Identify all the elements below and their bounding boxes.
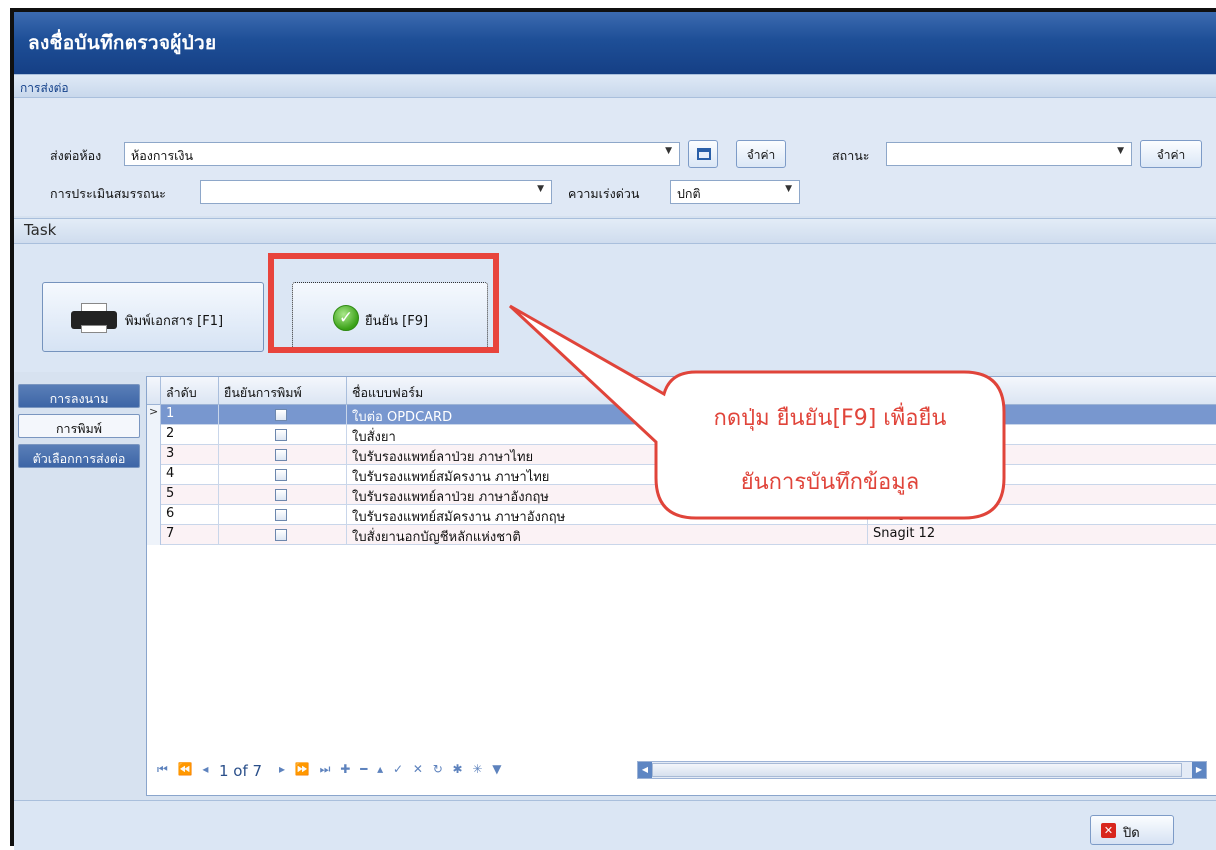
cell-order: 2 bbox=[161, 425, 219, 445]
cell-print-confirm bbox=[219, 465, 347, 485]
confirm-highlight-box bbox=[268, 253, 499, 353]
table-row[interactable]: 7 ใบสั่งยานอกบัญชีหลักแห่งชาติ Snagit 12 bbox=[147, 525, 1216, 545]
chevron-down-icon: ▼ bbox=[1117, 146, 1124, 156]
remember-room-label: จำค่า bbox=[746, 148, 776, 162]
cell-extra bbox=[867, 445, 1216, 465]
column-print-confirm[interactable]: ยืนยันการพิมพ์ bbox=[219, 377, 347, 405]
cell-print-confirm bbox=[219, 525, 347, 545]
chevron-down-icon: ▼ bbox=[785, 184, 792, 194]
tab-referral-options-label: ตัวเลือกการส่งต่อ bbox=[32, 451, 126, 466]
task-section-header: Task bbox=[14, 218, 1216, 244]
dialog-footer: ✕ ปิด bbox=[14, 800, 1216, 850]
room-label: ส่งต่อห้อง bbox=[50, 148, 102, 163]
print-confirm-checkbox[interactable] bbox=[275, 469, 287, 481]
room-lookup-button[interactable] bbox=[688, 140, 718, 168]
status-label: สถานะ bbox=[832, 148, 870, 163]
callout-line-2: ยันการบันทึกข้อมูล bbox=[740, 470, 920, 495]
referral-panel: ส่งต่อห้อง ห้องการเงิน ▼ จำค่า สถานะ ▼ จ… bbox=[14, 98, 1216, 216]
row-indicator[interactable] bbox=[147, 445, 161, 465]
cell-print-confirm bbox=[219, 445, 347, 465]
tab-print-label: การพิมพ์ bbox=[55, 421, 103, 436]
row-indicator[interactable] bbox=[147, 505, 161, 525]
chevron-down-icon: ▼ bbox=[537, 184, 544, 194]
tab-signature[interactable]: การลงนาม bbox=[18, 384, 140, 408]
print-confirm-checkbox[interactable] bbox=[275, 529, 287, 541]
column-order[interactable]: ลำดับ bbox=[161, 377, 219, 405]
scroll-right-icon[interactable]: ▶ bbox=[1192, 762, 1206, 778]
cell-extra: Snagit 12 bbox=[867, 525, 1216, 545]
window-title: ลงชื่อบันทึกตรวจผู้ป่วย bbox=[28, 32, 217, 54]
print-confirm-checkbox[interactable] bbox=[275, 409, 287, 421]
cell-extra: Snagit 12 bbox=[867, 505, 1216, 525]
cell-form-name: ใบสั่งยานอกบัญชีหลักแห่งชาติ bbox=[352, 530, 521, 545]
close-icon: ✕ bbox=[1101, 823, 1116, 838]
cell-print-confirm bbox=[219, 505, 347, 525]
row-indicator[interactable] bbox=[147, 425, 161, 445]
grid-navigator: ⏮ ⏪ ◂ 1 of 7 ▸ ⏩ ⏭ ✚ ━ ▴ ✓ ✕ ↻ ✱ ✳ ▼ bbox=[147, 761, 567, 783]
cell-order: 1 bbox=[161, 405, 219, 425]
row-indicator[interactable] bbox=[147, 525, 161, 545]
close-button[interactable]: ✕ ปิด bbox=[1090, 815, 1174, 845]
row-indicator[interactable] bbox=[147, 485, 161, 505]
cell-order: 3 bbox=[161, 445, 219, 465]
cell-print-confirm bbox=[219, 425, 347, 445]
task-section-title: Task bbox=[24, 221, 57, 239]
dialog-window: ลงชื่อบันทึกตรวจผู้ป่วย การส่งต่อ ส่งต่อ… bbox=[10, 8, 1216, 850]
chevron-down-icon: ▼ bbox=[665, 146, 672, 156]
printer-icon bbox=[71, 303, 117, 333]
cell-form-name: ใบรับรองแพทย์สมัครงาน ภาษาอังกฤษ bbox=[352, 510, 566, 525]
forms-grid: ลำดับ ยืนยันการพิมพ์ ชื่อแบบฟอร์ม >1 ใบต่… bbox=[146, 376, 1216, 796]
cell-print-confirm bbox=[219, 485, 347, 505]
print-confirm-checkbox[interactable] bbox=[275, 449, 287, 461]
remember-status-label: จำค่า bbox=[1156, 148, 1186, 162]
tab-signature-label: การลงนาม bbox=[49, 391, 109, 406]
pager-text: 1 of 7 bbox=[219, 762, 263, 780]
horizontal-scrollbar[interactable]: ◀ ▶ bbox=[637, 761, 1207, 779]
print-confirm-checkbox[interactable] bbox=[275, 489, 287, 501]
title-bar: ลงชื่อบันทึกตรวจผู้ป่วย bbox=[14, 12, 1216, 74]
close-button-label: ปิด bbox=[1123, 826, 1140, 841]
urgency-value: ปกติ bbox=[677, 186, 701, 201]
row-indicator[interactable] bbox=[147, 465, 161, 485]
scroll-left-icon[interactable]: ◀ bbox=[638, 762, 652, 778]
remember-status-button[interactable]: จำค่า bbox=[1140, 140, 1202, 168]
callout-line-1: กดปุ่ม ยืนยัน[F9] เพื่อยืน bbox=[713, 406, 947, 431]
print-confirm-checkbox[interactable] bbox=[275, 509, 287, 521]
window-icon bbox=[697, 148, 711, 160]
status-combobox[interactable]: ▼ bbox=[886, 142, 1132, 166]
cell-print-confirm bbox=[219, 405, 347, 425]
cell-order: 6 bbox=[161, 505, 219, 525]
urgency-combobox[interactable]: ปกติ ▼ bbox=[670, 180, 800, 204]
referral-section-title: การส่งต่อ bbox=[20, 81, 69, 95]
table-row[interactable]: 6 ใบรับรองแพทย์สมัครงาน ภาษาอังกฤษ Snagit … bbox=[147, 505, 1216, 525]
cell-order: 4 bbox=[161, 465, 219, 485]
cell-order: 7 bbox=[161, 525, 219, 545]
cell-form-name: ใบรับรองแพทย์ลาป่วย ภาษาไทย bbox=[352, 450, 534, 465]
task-panel: พิมพ์เอกสาร [F1] ✓ ยืนยัน [F9] bbox=[14, 244, 1216, 372]
room-value: ห้องการเงิน bbox=[131, 148, 194, 163]
referral-section-header: การส่งต่อ bbox=[14, 74, 1216, 98]
tab-print[interactable]: การพิมพ์ bbox=[18, 414, 140, 438]
table-row[interactable]: 3 ใบรับรองแพทย์ลาป่วย ภาษาไทย bbox=[147, 445, 1216, 465]
nav-action-icons[interactable]: ▸ ⏩ ⏭ ✚ ━ ▴ ✓ ✕ ↻ ✱ ✳ ▼ bbox=[279, 762, 505, 777]
room-combobox[interactable]: ห้องการเงิน ▼ bbox=[124, 142, 680, 166]
remember-room-button[interactable]: จำค่า bbox=[736, 140, 786, 168]
urgency-label: ความเร่งด่วน bbox=[568, 186, 640, 201]
tab-referral-options[interactable]: ตัวเลือกการส่งต่อ bbox=[18, 444, 140, 468]
print-button-label: พิมพ์เอกสาร [F1] bbox=[125, 314, 224, 329]
scroll-thumb[interactable] bbox=[652, 763, 1182, 777]
cell-order: 5 bbox=[161, 485, 219, 505]
row-indicator[interactable]: > bbox=[147, 405, 161, 425]
print-documents-button[interactable]: พิมพ์เอกสาร [F1] bbox=[42, 282, 264, 352]
print-confirm-checkbox[interactable] bbox=[275, 429, 287, 441]
nav-first-prev-icons[interactable]: ⏮ ⏪ ◂ bbox=[157, 762, 211, 777]
assessment-label: การประเมินสมรรถนะ bbox=[50, 186, 166, 201]
row-indicator-header bbox=[147, 377, 161, 405]
assessment-combobox[interactable]: ▼ bbox=[200, 180, 552, 204]
